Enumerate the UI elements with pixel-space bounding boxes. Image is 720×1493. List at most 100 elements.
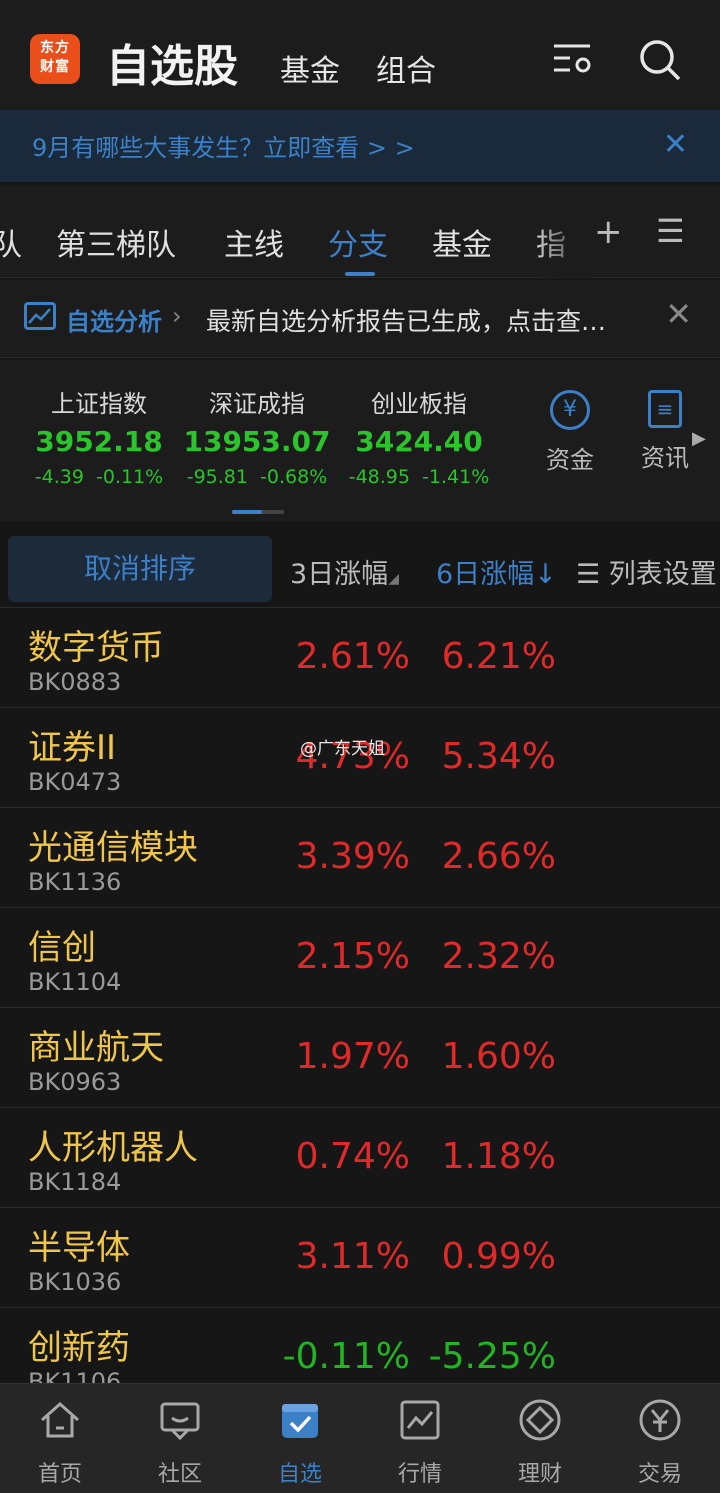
analysis-chart-icon <box>24 302 56 330</box>
index-shenzhen[interactable]: 深证成指 13953.07 -95.81 -0.68% <box>182 384 332 488</box>
market-chart-icon <box>398 1398 442 1442</box>
event-banner[interactable]: 9月有哪些大事发生？立即查看 > > ✕ <box>0 110 720 182</box>
sort-mark-icon: ◢ <box>388 571 399 587</box>
change-6day: 6.21% <box>441 636 556 677</box>
tabs-fade <box>530 186 590 278</box>
document-icon: ≡ <box>648 390 682 428</box>
list-item[interactable]: 半导体 BK1036 3.11% 0.99% <box>0 1208 720 1308</box>
sector-name: 商业航天 <box>28 1028 164 1068</box>
change-3day: 1.97% <box>295 1036 410 1077</box>
change-6day: 1.18% <box>441 1136 556 1177</box>
page-title[interactable]: 自选股 <box>106 30 238 94</box>
sort-header: 取消排序 3日涨幅◢ 6日涨幅↓ ☰ 列表设置 <box>0 530 720 608</box>
index-name: 上证指数 <box>51 390 147 418</box>
tab-prev-partial[interactable]: 队 <box>0 220 22 264</box>
home-icon <box>38 1398 82 1442</box>
tab-branch[interactable]: 分支 <box>328 220 388 264</box>
chevron-right-icon: › <box>172 302 182 330</box>
index-value: 3424.40 <box>355 425 483 458</box>
nav-community[interactable]: 社区 <box>120 1398 240 1488</box>
watchlist-analysis-bar[interactable]: 自选分析 › 最新自选分析报告已生成，点击查… ✕ <box>0 280 720 358</box>
banner-close-icon[interactable]: ✕ <box>663 130 688 160</box>
wealth-diamond-icon <box>518 1398 562 1442</box>
list-settings-button[interactable]: ☰ 列表设置 <box>576 552 717 591</box>
app-logo[interactable]: 东方 财富 <box>30 34 80 84</box>
nav-market[interactable]: 行情 <box>360 1398 480 1488</box>
nav-label: 理财 <box>517 1462 562 1487</box>
change-6day: 1.60% <box>441 1036 556 1077</box>
sector-name: 光通信模块 <box>28 828 198 868</box>
sector-code: BK1104 <box>28 968 122 996</box>
list-item[interactable]: 人形机器人 BK1184 0.74% 1.18% <box>0 1108 720 1208</box>
group-tabs: 队 第三梯队 主线 分支 基金 指 + ☰ <box>0 186 720 278</box>
settings-list-icon[interactable] <box>552 38 596 82</box>
group-menu-icon[interactable]: ☰ <box>656 212 685 250</box>
change-6day: 2.32% <box>441 936 556 977</box>
trade-yuan-icon <box>638 1398 682 1442</box>
nav-label: 社区 <box>157 1462 202 1487</box>
header-tab-fund[interactable]: 基金 <box>280 46 340 90</box>
app-header: 东方 财富 自选股 基金 组合 <box>0 0 720 110</box>
change-3day: 3.39% <box>295 836 410 877</box>
index-pager <box>232 510 284 514</box>
analysis-close-icon[interactable]: ✕ <box>665 298 692 330</box>
change-6day: 0.99% <box>441 1236 556 1277</box>
index-change-abs: -95.81 <box>186 466 248 488</box>
add-group-icon[interactable]: + <box>594 212 623 252</box>
index-name: 创业板指 <box>371 390 467 418</box>
nav-watchlist[interactable]: 自选 <box>240 1398 360 1488</box>
sector-code: BK1184 <box>28 1168 122 1196</box>
sector-name: 创新药 <box>28 1328 130 1368</box>
sector-name: 证券II <box>28 728 117 768</box>
list-item[interactable]: 数字货币 BK0883 2.61% 6.21% <box>0 608 720 708</box>
sector-code: BK1136 <box>28 868 122 896</box>
analysis-message[interactable]: 最新自选分析报告已生成，点击查… <box>206 302 606 338</box>
news-label: 资讯 <box>641 444 689 472</box>
sector-name: 半导体 <box>28 1228 130 1268</box>
watchlist-icon <box>278 1398 322 1442</box>
nav-label: 自选 <box>277 1462 322 1487</box>
scroll-right-icon[interactable]: ▶ <box>692 428 706 449</box>
nav-wealth[interactable]: 理财 <box>480 1398 600 1488</box>
news-button[interactable]: ≡ 资讯 <box>630 390 700 473</box>
bottom-navigation: 首页 社区 自选 行情 理财 交易 <box>0 1383 720 1493</box>
list-item[interactable]: 商业航天 BK0963 1.97% 1.60% <box>0 1008 720 1108</box>
list-item[interactable]: 信创 BK1104 2.15% 2.32% <box>0 908 720 1008</box>
tab-main-line[interactable]: 主线 <box>224 220 284 264</box>
cancel-sort-button[interactable]: 取消排序 <box>8 536 272 602</box>
logo-text-1: 东方 <box>40 40 70 56</box>
nav-home[interactable]: 首页 <box>0 1398 120 1488</box>
banner-text[interactable]: 9月有哪些大事发生？立即查看 > > <box>32 128 415 163</box>
tab-third-tier[interactable]: 第三梯队 <box>56 220 176 264</box>
nav-label: 交易 <box>637 1462 682 1487</box>
index-change-pct: -0.11% <box>96 466 164 488</box>
list-item[interactable]: 光通信模块 BK1136 3.39% 2.66% <box>0 808 720 908</box>
analysis-label[interactable]: 自选分析 <box>66 302 162 337</box>
active-tab-indicator <box>345 272 375 276</box>
index-change-abs: -4.39 <box>34 466 84 488</box>
index-shanghai[interactable]: 上证指数 3952.18 -4.39 -0.11% <box>24 384 174 488</box>
nav-trade[interactable]: 交易 <box>600 1398 720 1488</box>
change-6day: -5.25% <box>428 1336 556 1377</box>
change-3day: 3.11% <box>295 1236 410 1277</box>
index-change: -4.39 -0.11% <box>24 466 174 488</box>
change-3day: 2.15% <box>295 936 410 977</box>
index-value: 13953.07 <box>183 425 331 458</box>
weibo-watermark: @广东天姐 <box>300 739 385 759</box>
sector-name: 人形机器人 <box>28 1128 198 1168</box>
search-icon[interactable] <box>638 38 682 82</box>
column-3day-change[interactable]: 3日涨幅◢ <box>290 552 399 591</box>
change-3day: 2.61% <box>295 636 410 677</box>
sector-code: BK0473 <box>28 768 122 796</box>
column-3day-label: 3日涨幅 <box>290 559 389 590</box>
index-chinext[interactable]: 创业板指 3424.40 -48.95 -1.41% <box>344 384 494 488</box>
sector-name: 数字货币 <box>28 628 164 668</box>
nav-label: 首页 <box>37 1462 82 1487</box>
capital-flow-button[interactable]: ¥ 资金 <box>535 390 605 475</box>
tab-fund[interactable]: 基金 <box>432 220 492 264</box>
change-6day: 2.66% <box>441 836 556 877</box>
header-tab-portfolio[interactable]: 组合 <box>376 46 436 90</box>
logo-text-2: 财富 <box>40 59 70 75</box>
column-6day-change[interactable]: 6日涨幅↓ <box>436 552 557 591</box>
community-icon <box>158 1398 202 1442</box>
